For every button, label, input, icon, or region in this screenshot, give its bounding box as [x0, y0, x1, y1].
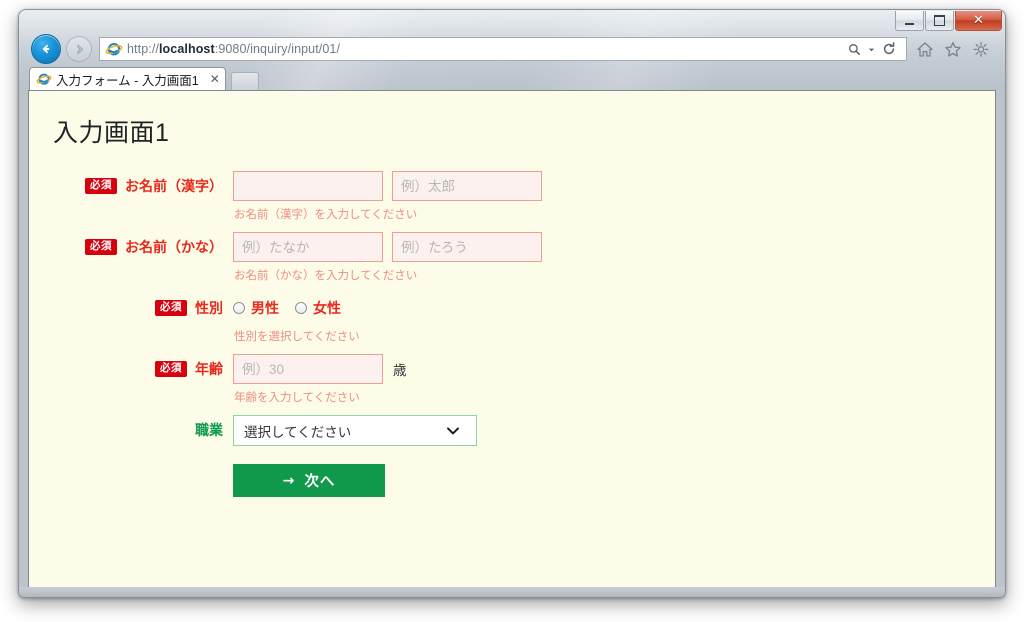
control-cell: 歳 年齢を入力してください	[223, 354, 971, 405]
field-label-name-kanji: お名前（漢字）	[125, 178, 223, 194]
required-badge: 必須	[85, 239, 117, 255]
favorites-star-icon[interactable]	[944, 41, 962, 58]
minimize-icon	[905, 22, 914, 25]
form-row-name-kana: 必須 お名前（かな） お名前（かな）を入力してください	[53, 232, 971, 283]
close-window-button[interactable]: ✕	[955, 11, 1002, 31]
control-cell: お名前（漢字）を入力してください	[223, 171, 971, 222]
name-kana-first-input[interactable]	[392, 232, 542, 262]
field-label-age: 年齢	[195, 361, 223, 377]
page-viewport: 入力画面1 必須 お名前（漢字） お名前（漢字）を入力してください	[28, 90, 996, 589]
form-row-occupation: 職業 選択してください	[53, 415, 971, 446]
home-icon[interactable]	[916, 41, 934, 58]
browser-window: ✕ http://localhost:9080/inquiry/input/01…	[18, 9, 1006, 598]
control-cell: 選択してください	[223, 415, 971, 446]
back-button[interactable]	[31, 34, 61, 64]
maximize-button[interactable]	[925, 11, 954, 31]
age-unit-label: 歳	[393, 363, 407, 378]
control-cell: お名前（かな）を入力してください	[223, 232, 971, 283]
back-arrow-icon	[42, 44, 50, 54]
tab-row: 入力フォーム - 入力画面1 ✕	[19, 66, 1005, 90]
chevron-down-icon[interactable]	[867, 45, 876, 54]
window-bottom-rim	[19, 587, 1005, 597]
web-page-content: 入力画面1 必須 お名前（漢字） お名前（漢字）を入力してください	[29, 91, 995, 497]
next-button-label: 次へ	[304, 474, 336, 490]
name-kanji-last-input[interactable]	[233, 171, 383, 201]
chevron-down-icon	[447, 427, 459, 435]
submit-row: → 次へ	[53, 464, 971, 497]
required-badge: 必須	[85, 178, 117, 194]
maximize-icon	[934, 15, 945, 26]
input-line: 歳	[233, 354, 971, 384]
tab-title: 入力フォーム - 入力画面1	[56, 73, 199, 88]
field-label-gender: 性別	[195, 300, 223, 316]
close-icon: ✕	[973, 13, 984, 28]
title-bar: ✕	[19, 10, 1005, 32]
forward-button	[66, 36, 92, 62]
field-label-occupation: 職業	[195, 422, 223, 438]
radio-option-male[interactable]: 男性	[233, 298, 279, 318]
tab-close-icon[interactable]: ✕	[210, 73, 220, 85]
browser-tab-active[interactable]: 入力フォーム - 入力画面1 ✕	[29, 67, 226, 90]
required-badge: 必須	[155, 300, 187, 316]
arrow-right-icon: →	[282, 472, 296, 489]
radio-button-icon[interactable]	[233, 302, 245, 314]
name-kana-last-input[interactable]	[233, 232, 383, 262]
help-text-name-kanji: お名前（漢字）を入力してください	[234, 209, 418, 221]
input-line	[233, 171, 971, 201]
url-text: http://localhost:9080/inquiry/input/01/	[127, 42, 341, 56]
help-text-age: 年齢を入力してください	[234, 392, 360, 404]
radio-option-female[interactable]: 女性	[295, 298, 341, 318]
address-bar-actions	[841, 37, 907, 61]
label-cell: 必須 年齢	[53, 354, 223, 379]
occupation-select-value: 選択してください	[244, 424, 352, 440]
required-badge: 必須	[155, 361, 187, 377]
radio-label-female: 女性	[313, 300, 341, 316]
forward-arrow-icon	[76, 43, 83, 55]
label-cell: 必須 お名前（漢字）	[53, 171, 223, 196]
search-icon[interactable]	[848, 43, 861, 56]
address-bar[interactable]: http://localhost:9080/inquiry/input/01/	[99, 37, 841, 61]
new-tab-button[interactable]	[231, 72, 259, 90]
settings-gear-icon[interactable]	[972, 41, 990, 58]
label-cell: 必須 性別	[53, 293, 223, 318]
gender-radio-group: 男性 女性	[233, 293, 971, 323]
internet-explorer-icon	[105, 43, 123, 56]
occupation-select[interactable]: 選択してください	[233, 415, 477, 446]
form-row-name-kanji: 必須 お名前（漢字） お名前（漢字）を入力してください	[53, 171, 971, 222]
help-text-name-kana: お名前（かな）を入力してください	[234, 270, 418, 282]
name-kanji-first-input[interactable]	[392, 171, 542, 201]
radio-label-male: 男性	[251, 300, 279, 316]
radio-button-icon[interactable]	[295, 302, 307, 314]
form-row-gender: 必須 性別 男性 女性 性別を選択してください	[53, 293, 971, 344]
label-cell: 職業	[53, 415, 223, 440]
window-controls: ✕	[894, 11, 1002, 32]
address-bar-row: http://localhost:9080/inquiry/input/01/	[19, 32, 1005, 66]
form-row-age: 必須 年齢 歳 年齢を入力してください	[53, 354, 971, 405]
page-title: 入力画面1	[53, 119, 170, 147]
browser-toolbar-icons	[911, 41, 995, 58]
next-button[interactable]: → 次へ	[233, 464, 385, 497]
refresh-icon[interactable]	[882, 42, 896, 56]
internet-explorer-icon	[36, 73, 52, 85]
minimize-button[interactable]	[895, 11, 924, 31]
field-label-name-kana: お名前（かな）	[125, 239, 223, 255]
control-cell: 男性 女性 性別を選択してください	[223, 293, 971, 344]
label-cell: 必須 お名前（かな）	[53, 232, 223, 257]
input-line	[233, 232, 971, 262]
help-text-gender: 性別を選択してください	[234, 331, 360, 343]
desktop-background: ✕ http://localhost:9080/inquiry/input/01…	[0, 0, 1024, 622]
age-input[interactable]	[233, 354, 383, 384]
